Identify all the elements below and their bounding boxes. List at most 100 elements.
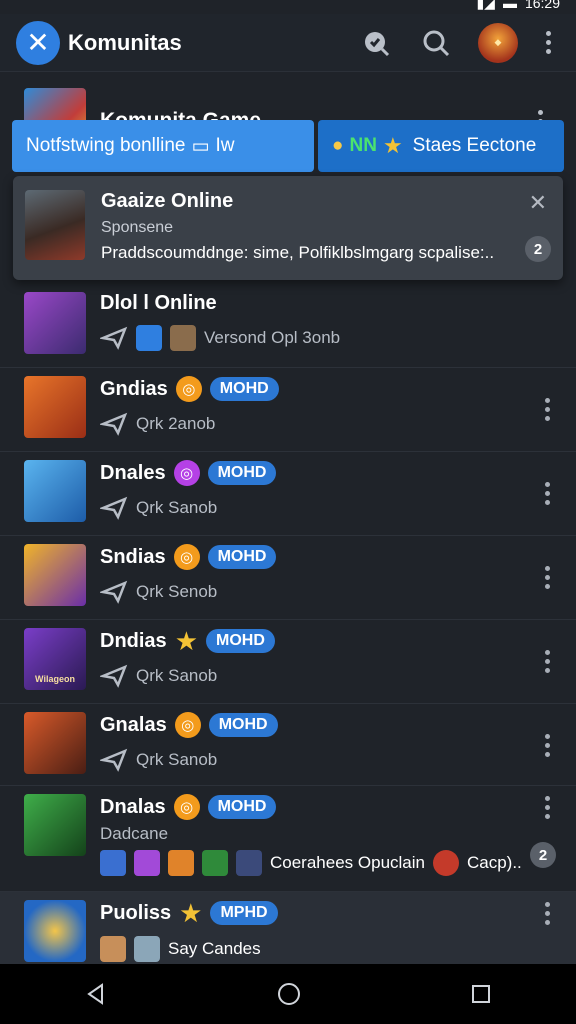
item-title: Puoliss [100, 901, 172, 924]
item-title: Dlol l Online [100, 292, 217, 314]
list-item[interactable]: Wilageon Dndias ★ MOHD Qrk Sanob [0, 620, 576, 704]
community-list: Dlol l Online Versond Opl 3onb Gndias ◎ … [0, 284, 576, 972]
status-time: 16:29 [524, 0, 560, 11]
item-title: Dnalas [100, 795, 166, 818]
close-button[interactable]: ✕ [16, 20, 60, 65]
item-more-icon[interactable] [545, 650, 550, 673]
signal-icon: ▮◢ [476, 0, 495, 11]
item-meta: Versond Opl 3onb [204, 328, 341, 347]
item-meta: Qrk Sanob [136, 498, 218, 517]
sponsored-label: Sponsene [101, 219, 174, 236]
member-avatar [100, 936, 126, 962]
coin-icon: ◎ [174, 712, 201, 738]
close-icon[interactable]: ✕ [529, 190, 547, 216]
send-icon [100, 412, 128, 436]
send-icon [100, 748, 128, 772]
home-icon[interactable] [276, 981, 302, 1007]
battery-icon: ▬ [502, 0, 517, 11]
game-thumbnail: Wilageon [24, 628, 86, 690]
send-icon [100, 326, 128, 350]
item-more-icon[interactable] [545, 796, 550, 819]
member-avatar [236, 850, 262, 876]
search-icon[interactable] [418, 25, 454, 61]
member-avatar [432, 850, 459, 876]
member-avatar [202, 850, 228, 876]
item-meta: Qrk Senob [136, 582, 218, 601]
game-thumbnail [24, 292, 86, 354]
online-status-label: Notfstwing bonlline [26, 135, 186, 156]
status-bar: ▮◢ ▬ 16:29 [0, 0, 576, 14]
coin-icon: ◎ [175, 376, 202, 402]
member-avatar [136, 325, 162, 351]
item-title: Sndias [100, 545, 166, 568]
count-badge: 2 [525, 236, 551, 262]
sponsored-title: Gaaize Online [101, 190, 234, 212]
coin-icon: ◎ [173, 544, 200, 570]
sponsored-card[interactable]: Gaaize Online Sponsene Praddscoumddnge: … [13, 176, 563, 280]
list-item[interactable]: Dnales ◎ MOHD Qrk Sanob [0, 452, 576, 536]
send-icon [100, 580, 128, 604]
online-status-pill[interactable]: Notfstwing bonlline ▭ Iw [12, 120, 314, 172]
states-label: Staes Eectone [412, 135, 537, 156]
mod-badge: MOHD [206, 629, 275, 653]
member-avatar [100, 850, 126, 876]
coin-icon: ◎ [173, 460, 200, 486]
list-item[interactable]: Sndias ◎ MOHD Qrk Senob [0, 536, 576, 620]
item-more-icon[interactable] [545, 482, 550, 505]
star-icon: ★ [382, 133, 403, 158]
app-bar: ✕ Komunitas ◆ [0, 14, 576, 72]
item-more-icon[interactable] [545, 398, 550, 421]
mod-badge: MOHD [207, 795, 277, 819]
game-thumbnail [24, 794, 86, 856]
star-icon: ★ [174, 626, 198, 656]
online-status-suffix: Iw [215, 135, 235, 156]
system-nav-bar [0, 964, 576, 1024]
item-more-icon[interactable] [545, 902, 550, 925]
mod-badge: MOHD [209, 377, 279, 401]
send-icon [100, 496, 128, 520]
page-title: Komunitas [68, 29, 182, 55]
emoji-icon: ● [332, 135, 344, 156]
star-icon: ★ [179, 898, 203, 928]
mod-badge: MOHD [208, 713, 278, 737]
mod-badge: MOHD [207, 461, 277, 485]
item-title: Gnalas [100, 713, 167, 736]
recents-icon[interactable] [470, 983, 492, 1005]
member-avatar [134, 850, 160, 876]
avatar[interactable]: ◆ [478, 22, 518, 63]
device-icon: ▭ [191, 135, 210, 157]
member-avatar [134, 936, 160, 962]
game-thumbnail [24, 900, 86, 962]
list-item[interactable]: Gnalas ◎ MOHD Qrk Sanob [0, 704, 576, 786]
more-options-icon[interactable] [536, 31, 560, 54]
item-title: Dnales [100, 461, 166, 484]
member-avatar [168, 850, 194, 876]
item-more-icon[interactable] [545, 566, 550, 589]
states-prefix: NN [349, 135, 377, 156]
item-meta: Say Candes [168, 939, 261, 958]
item-meta: Qrk Sanob [136, 666, 218, 685]
item-title: Dndias [100, 629, 167, 652]
item-meta-extra: Cacp).. [466, 853, 522, 872]
thumbnail-caption: Wilageon [35, 674, 75, 684]
sponsored-game-thumbnail [25, 190, 85, 260]
chat-search-icon[interactable] [358, 25, 394, 61]
game-thumbnail [24, 544, 86, 606]
item-more-icon[interactable] [545, 734, 550, 757]
mod-badge: MPHD [210, 901, 278, 925]
coin-icon: ◎ [173, 794, 200, 820]
send-icon [100, 664, 128, 688]
list-item[interactable]: Puoliss ★ MPHD Say Candes [0, 892, 576, 972]
game-thumbnail [24, 376, 86, 438]
item-meta: Coerahees Opuclain [270, 853, 425, 872]
game-thumbnail [24, 460, 86, 522]
featured-community: Komunita Game Notfstwing bonlline ▭ Iw ●… [0, 80, 576, 172]
count-badge: 2 [530, 842, 556, 868]
mod-badge: MOHD [207, 545, 277, 569]
back-icon[interactable] [84, 982, 108, 1006]
list-item[interactable]: Gndias ◎ MOHD Qrk 2anob [0, 368, 576, 452]
list-item[interactable]: Dlol l Online Versond Opl 3onb [0, 284, 576, 368]
game-thumbnail [24, 712, 86, 774]
states-pill[interactable]: ● NN ★ Staes Eectone [318, 120, 564, 172]
list-item[interactable]: Dnalas ◎ MOHD Dadcane Coerahees Opuclain… [0, 786, 576, 892]
